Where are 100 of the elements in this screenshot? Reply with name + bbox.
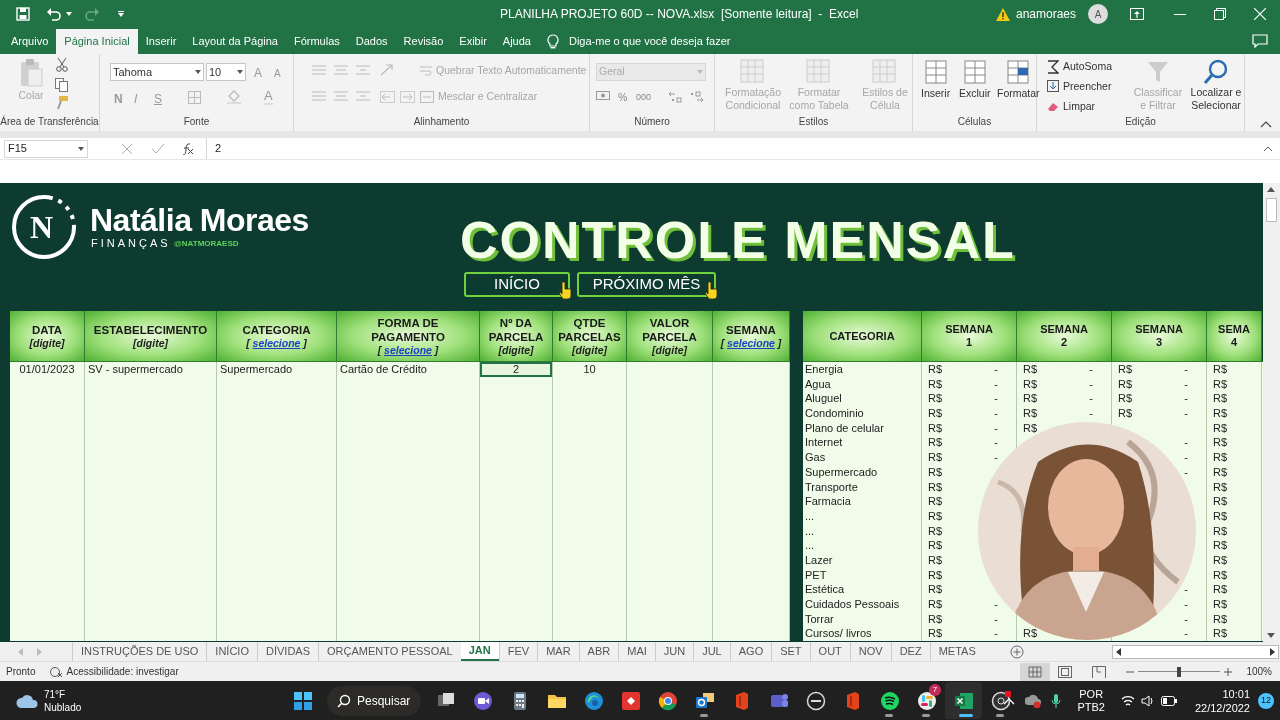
menu-tab[interactable]: Ajuda bbox=[494, 29, 539, 54]
format-painter-icon[interactable] bbox=[56, 96, 68, 110]
weather-condition[interactable]: Nublado bbox=[44, 700, 82, 714]
taskbar-button[interactable] bbox=[945, 682, 982, 719]
currency-label: R$ bbox=[1213, 611, 1228, 627]
table-cell: Energia bbox=[803, 362, 922, 377]
group-label: Fonte bbox=[182, 115, 211, 129]
taskbar-button[interactable]: 7 bbox=[908, 682, 945, 719]
horizontal-scrollbar[interactable] bbox=[1111, 644, 1279, 659]
caret-icon[interactable] bbox=[66, 12, 72, 16]
circle-logo-icon bbox=[805, 690, 826, 711]
fill-color-icon[interactable] bbox=[226, 90, 242, 104]
microphone-icon[interactable] bbox=[1051, 693, 1062, 708]
running-indicator bbox=[959, 714, 973, 717]
collapse-ribbon-icon[interactable] bbox=[1260, 120, 1272, 128]
menu-tab[interactable]: Página Inicial bbox=[56, 29, 138, 54]
ribbon-display-icon[interactable] bbox=[1130, 8, 1144, 20]
currency-label: R$ bbox=[1213, 464, 1228, 480]
menu-tab[interactable]: Inserir bbox=[137, 29, 185, 54]
vertical-scrollbar[interactable] bbox=[1263, 183, 1280, 642]
menu-tab[interactable]: Layout da Página bbox=[184, 29, 286, 54]
currency-icon[interactable] bbox=[596, 91, 610, 103]
menu-tab[interactable]: Arquivo bbox=[3, 29, 57, 54]
accessibility-status[interactable]: Acessibilidade: investigar bbox=[66, 664, 179, 679]
currency-label: R$ bbox=[1023, 362, 1038, 377]
copy-icon[interactable] bbox=[55, 78, 69, 92]
group-label: Área de Transferência bbox=[0, 115, 99, 129]
language-indicator[interactable]: POR PTB2 bbox=[1077, 687, 1105, 714]
table-cell[interactable]: SV - supermercado bbox=[85, 362, 217, 377]
video-call-icon bbox=[472, 690, 493, 711]
battery-icon[interactable] bbox=[1160, 695, 1177, 706]
page-break-icon[interactable] bbox=[1092, 665, 1107, 678]
currency-label: R$ bbox=[928, 391, 943, 407]
insert-function-icon[interactable] bbox=[180, 142, 194, 155]
zoom-slider-thumb[interactable] bbox=[1177, 666, 1182, 677]
column-header: VALOR PARCELA [digite] bbox=[627, 311, 713, 361]
volume-icon[interactable] bbox=[1140, 694, 1155, 707]
font-size-field[interactable]: 10 bbox=[206, 63, 246, 81]
avatar[interactable]: A bbox=[1088, 4, 1108, 24]
formula-field[interactable]: 2 bbox=[206, 138, 1264, 159]
page-layout-icon[interactable] bbox=[1058, 665, 1073, 678]
scroll-up-icon[interactable] bbox=[1267, 187, 1275, 192]
comments-icon[interactable] bbox=[1252, 34, 1268, 48]
tell-me-field[interactable]: Diga-me o que você deseja fazer bbox=[569, 33, 731, 50]
table-cell[interactable]: Supermercado bbox=[217, 362, 337, 377]
clock[interactable]: 10:01 22/12/2022 bbox=[1194, 686, 1250, 715]
selected-cell[interactable]: 2 bbox=[480, 362, 553, 377]
amount-value: - bbox=[1184, 391, 1189, 407]
table-cell[interactable]: 01/01/2023 bbox=[10, 362, 85, 377]
caret-icon bbox=[195, 70, 201, 74]
zoom-in-icon[interactable] bbox=[1224, 667, 1233, 676]
nav-button[interactable]: PRÓXIMO MÊS bbox=[577, 272, 716, 297]
expand-icon[interactable] bbox=[1264, 145, 1272, 152]
name-box[interactable]: F15 bbox=[4, 139, 88, 158]
wifi-icon[interactable] bbox=[1120, 694, 1135, 707]
cells-button[interactable]: Inserir bbox=[921, 58, 951, 102]
zoom-level[interactable]: 100% bbox=[1246, 664, 1272, 679]
add-sheet-icon[interactable] bbox=[1009, 644, 1024, 659]
scroll-thumb[interactable] bbox=[1266, 198, 1277, 222]
scroll-right-icon[interactable] bbox=[1269, 647, 1275, 656]
scroll-down-icon[interactable] bbox=[1267, 633, 1275, 638]
restore-icon[interactable] bbox=[1214, 8, 1226, 20]
font-name-field[interactable]: Tahoma bbox=[110, 63, 204, 81]
find-select-button[interactable]: Localizar e Selecionar bbox=[1187, 58, 1245, 112]
cells-button[interactable]: Excluir bbox=[959, 58, 991, 102]
lightbulb-icon[interactable] bbox=[547, 33, 559, 50]
weather-temperature[interactable]: 71°F bbox=[44, 687, 82, 701]
amount-value: - bbox=[1184, 626, 1189, 642]
editing-button[interactable]: AutoSoma bbox=[1047, 59, 1113, 75]
customize-icon[interactable] bbox=[118, 11, 124, 17]
menu-tab[interactable]: Fórmulas bbox=[285, 29, 348, 54]
chevron-up-icon[interactable] bbox=[1003, 696, 1016, 705]
table-cell[interactable]: 10 bbox=[553, 362, 627, 377]
editing-button[interactable]: Preencher bbox=[1047, 79, 1112, 95]
close-icon[interactable] bbox=[1254, 8, 1266, 20]
notification-count[interactable]: 12 bbox=[1258, 692, 1274, 709]
currency-label: R$ bbox=[928, 626, 943, 642]
editing-button[interactable]: Limpar bbox=[1047, 99, 1096, 115]
cloud-error-icon[interactable] bbox=[1025, 693, 1042, 708]
cells-button[interactable]: Formatar bbox=[997, 58, 1040, 102]
running-indicator bbox=[996, 714, 1004, 717]
save-icon[interactable] bbox=[16, 7, 30, 21]
currency-label: R$ bbox=[1213, 567, 1228, 583]
user-name[interactable]: anamoraes bbox=[1015, 5, 1076, 23]
scroll-left-icon[interactable] bbox=[1115, 647, 1121, 656]
decrease-decimal-icon[interactable] bbox=[690, 91, 704, 103]
menu-tab[interactable]: Revisão bbox=[395, 29, 452, 54]
zoom-slider[interactable] bbox=[1138, 666, 1221, 677]
table-cell: Gas bbox=[803, 450, 922, 465]
currency-label: R$ bbox=[1213, 450, 1228, 465]
currency-label: R$ bbox=[1213, 626, 1228, 642]
accessibility-icon[interactable] bbox=[49, 665, 64, 678]
undo-icon[interactable] bbox=[46, 7, 62, 21]
sheet-tab[interactable]: JAN bbox=[460, 642, 499, 661]
menu-tab[interactable]: Exibir bbox=[451, 29, 495, 54]
search-field[interactable]: Pesquisar bbox=[327, 685, 421, 716]
cut-icon[interactable] bbox=[56, 58, 68, 72]
menu-tab[interactable]: Dados bbox=[347, 29, 396, 54]
column-header: FORMA DE PAGAMENTO [ selecione ] bbox=[337, 311, 480, 361]
increase-decimal-icon[interactable] bbox=[668, 91, 682, 103]
